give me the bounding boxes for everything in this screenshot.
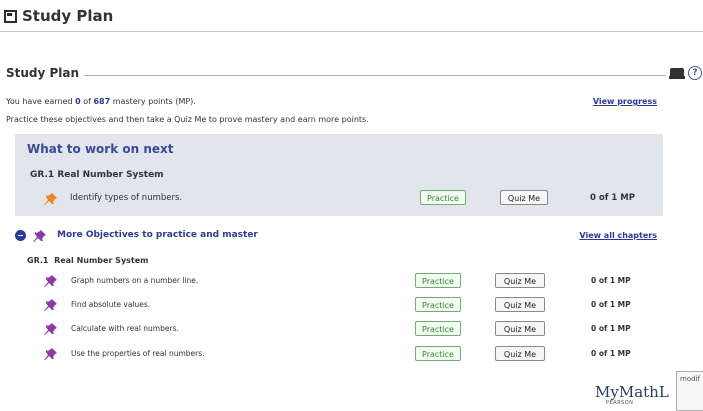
objective-code: GR.1 [27, 256, 49, 265]
objective-name: Real Number System [57, 170, 164, 180]
pushpin-icon [44, 323, 57, 335]
help-icon[interactable]: ? [688, 66, 702, 80]
objective-label: Use the properties of real numbers. [71, 349, 205, 358]
more-objectives-header: More Objectives to practice and master V… [15, 228, 663, 244]
practice-button[interactable]: Practice [415, 321, 461, 336]
objective-row: Calculate with real numbers. Practice Qu… [15, 321, 663, 337]
mastery-points: 0 of 1 MP [590, 193, 635, 203]
points-of: of [80, 97, 94, 106]
points-summary: You have earned 0 of 687 mastery points … [6, 97, 196, 106]
objective-label: Find absolute values. [71, 300, 151, 309]
practice-button[interactable]: Practice [420, 190, 466, 205]
mastery-points: 0 of 1 MP [591, 324, 631, 333]
view-all-chapters-link[interactable]: View all chapters [579, 231, 657, 240]
practice-button[interactable]: Practice [415, 346, 461, 361]
objective-code: GR.1 [30, 170, 55, 180]
what-to-work-on-next-panel: What to work on next GR.1 Real Number Sy… [15, 134, 663, 216]
next-panel-title: What to work on next [27, 142, 174, 156]
practice-button[interactable]: Practice [415, 297, 461, 312]
quiz-me-button[interactable]: Quiz Me [495, 297, 545, 312]
window-title: Study Plan [22, 7, 114, 25]
window-title-bar: Study Plan [4, 3, 113, 29]
pearson-logo: PEARSON [606, 400, 634, 406]
section-divider [84, 75, 666, 76]
next-objective-row: Identify types of numbers. Practice Quiz… [15, 190, 663, 208]
pushpin-icon [33, 230, 46, 242]
points-prefix: You have earned [6, 97, 76, 106]
view-progress-link[interactable]: View progress [593, 97, 657, 106]
pushpin-icon [44, 275, 57, 287]
section-title: Study Plan [6, 66, 80, 80]
instructions-text: Practice these objectives and then take … [6, 115, 369, 124]
objective-label: Calculate with real numbers. [71, 324, 179, 333]
quiz-me-button[interactable]: Quiz Me [495, 321, 545, 336]
total-points: 687 [93, 97, 111, 106]
more-objectives-title: More Objectives to practice and master [57, 230, 258, 240]
objective-name: Real Number System [54, 256, 149, 265]
points-suffix: mastery points (MP). [110, 97, 196, 106]
quiz-me-button[interactable]: Quiz Me [495, 346, 545, 361]
objective-row: Use the properties of real numbers. Prac… [15, 346, 663, 362]
quiz-me-button[interactable]: Quiz Me [500, 190, 548, 205]
mastery-points: 0 of 1 MP [591, 349, 631, 358]
more-objective-heading: GR.1 Real Number System [27, 256, 149, 265]
objective-label: Identify types of numbers. [70, 193, 183, 203]
collapse-icon[interactable] [15, 230, 26, 241]
mastery-points: 0 of 1 MP [591, 276, 631, 285]
pushpin-icon [44, 348, 57, 360]
quiz-me-button[interactable]: Quiz Me [495, 273, 545, 288]
title-divider [0, 31, 703, 32]
print-icon[interactable] [669, 68, 685, 79]
pushpin-icon [44, 193, 57, 205]
next-objective-heading: GR.1 Real Number System [30, 170, 164, 180]
objective-row: Find absolute values. Practice Quiz Me 0… [15, 297, 663, 313]
mymathlab-logo: MyMathL [595, 383, 669, 401]
objective-label: Graph numbers on a number line. [71, 276, 199, 285]
window-icon [4, 9, 17, 23]
pushpin-icon [44, 299, 57, 311]
objective-row: Graph numbers on a number line. Practice… [15, 273, 663, 289]
overlapping-window-edge: modif [676, 371, 703, 411]
practice-button[interactable]: Practice [415, 273, 461, 288]
mastery-points: 0 of 1 MP [591, 300, 631, 309]
